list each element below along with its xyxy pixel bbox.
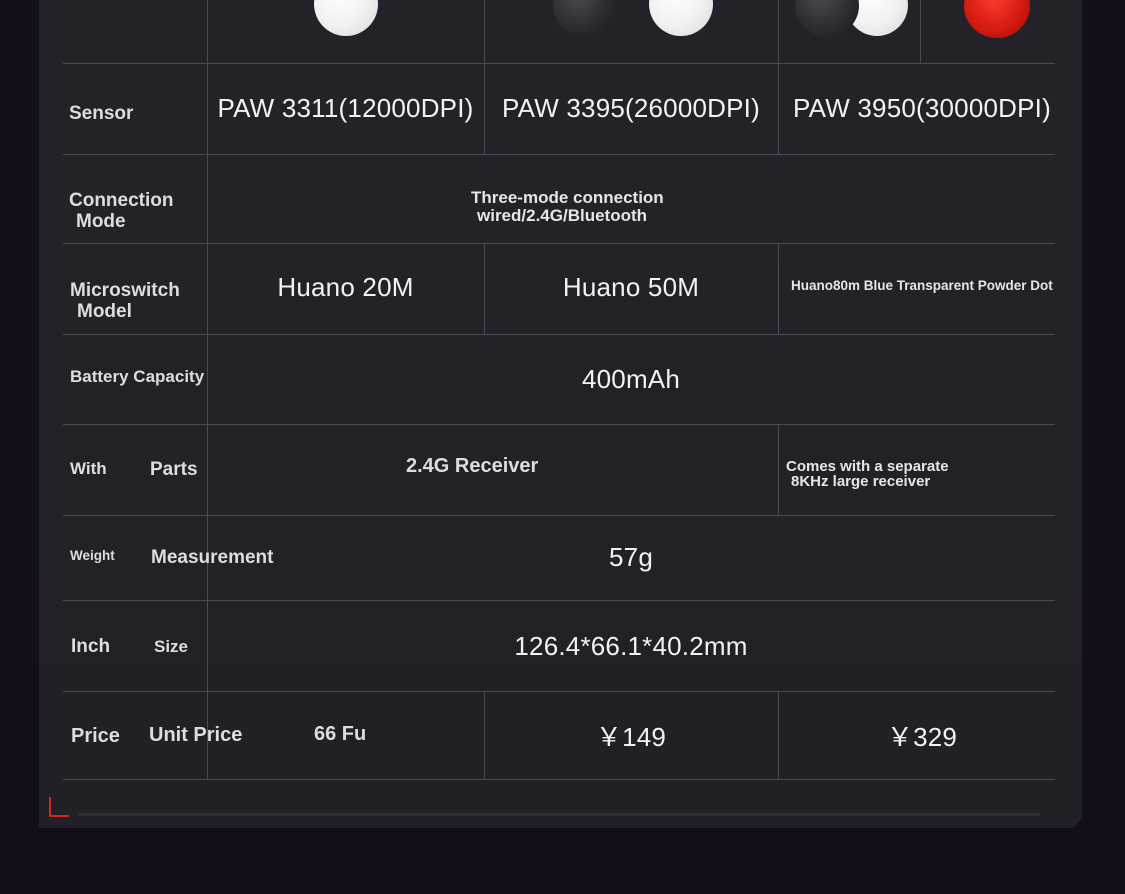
sensor-value-1: PAW 3311(12000DPI) bbox=[217, 93, 474, 123]
row-divider bbox=[63, 424, 1055, 425]
price-value-1: 66 Fu bbox=[314, 723, 367, 745]
connection-value-line: wired/2.4G/Bluetooth bbox=[477, 206, 648, 225]
label-line: Connection bbox=[69, 190, 174, 211]
row-label-battery-capacity: Battery Capacity bbox=[70, 367, 205, 386]
column-divider bbox=[778, 243, 779, 334]
sensor-value-2: PAW 3395(26000DPI) bbox=[502, 93, 760, 123]
price-value-2: ￥149 bbox=[595, 721, 667, 752]
row-label-measurement: Measurement bbox=[151, 547, 274, 568]
row-divider bbox=[63, 154, 1055, 155]
microswitch-value-3: Huano80m Blue Transparent Powder Dot bbox=[791, 278, 1053, 293]
weight-value: 57g bbox=[609, 542, 653, 572]
microswitch-value-2: Huano 50M bbox=[562, 271, 700, 302]
row-label-parts: Parts bbox=[150, 459, 198, 480]
row-label-inch: Inch bbox=[71, 636, 111, 657]
column-divider bbox=[484, 0, 485, 63]
label-line: Mode bbox=[76, 211, 126, 232]
size-value: 126.4*66.1*40.2mm bbox=[514, 630, 748, 661]
corner-bracket-icon bbox=[49, 797, 69, 817]
label-line: Microswitch bbox=[70, 280, 180, 301]
microswitch-value-1: Huano 20M bbox=[277, 271, 414, 302]
sensor-value-3: PAW 3950(30000DPI) bbox=[793, 93, 1051, 123]
parts-extra-line: 8KHz large receiver bbox=[791, 473, 931, 490]
bottom-divider bbox=[78, 813, 1040, 816]
parts-extra-line: Comes with a separate bbox=[786, 458, 949, 475]
column-divider bbox=[778, 424, 779, 515]
parts-extra-value: Comes with a separate 8KHz large receive… bbox=[786, 459, 949, 489]
price-value-3: ￥329 bbox=[886, 721, 958, 752]
parts-value: 2.4G Receiver bbox=[406, 455, 539, 477]
label-line: Model bbox=[77, 301, 132, 322]
row-divider bbox=[63, 779, 1055, 780]
row-label-weight: Weight bbox=[70, 548, 115, 563]
row-label-connection-mode: Connection Mode bbox=[69, 190, 174, 232]
row-label-microswitch-model: Microswitch Model bbox=[70, 280, 180, 322]
row-label-price: Price bbox=[71, 725, 120, 747]
row-label-sensor: Sensor bbox=[69, 103, 134, 124]
row-label-size: Size bbox=[154, 637, 189, 656]
connection-value-line: Three-mode connection bbox=[471, 188, 664, 207]
battery-value: 400mAh bbox=[581, 363, 681, 394]
row-label-unit-price: Unit Price bbox=[149, 724, 243, 746]
connection-value: Three-mode connection wired/2.4G/Bluetoo… bbox=[471, 189, 664, 225]
column-divider bbox=[920, 0, 921, 63]
row-label-with: With bbox=[70, 459, 107, 478]
